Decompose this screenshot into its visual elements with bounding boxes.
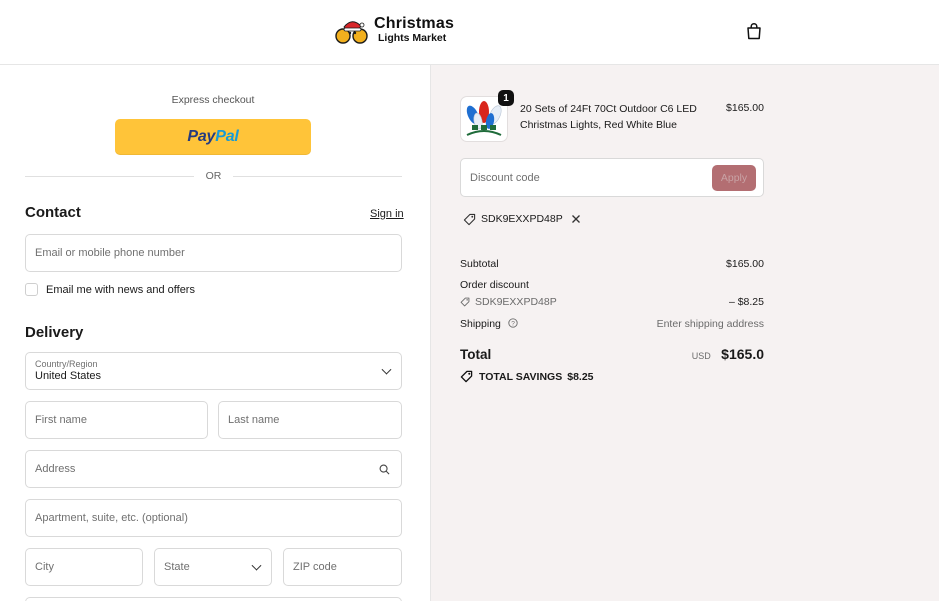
close-icon[interactable] [571, 214, 581, 224]
order-summary: 1 20 Sets of 24Ft 70Ct Outdoor C6 LED Ch… [430, 65, 939, 601]
subtotal-value: $165.00 [726, 258, 764, 270]
brand-name-line2: Lights Market [378, 32, 447, 45]
total-label: Total [460, 347, 492, 362]
brand-name-line1: Christmas [374, 15, 455, 33]
search-icon [379, 464, 390, 475]
chevron-down-icon [251, 560, 262, 571]
last-name-input[interactable] [228, 402, 401, 438]
site-header: Christmas Lights Market [0, 0, 939, 65]
city-input[interactable] [35, 549, 142, 585]
delivery-heading: Delivery [25, 324, 84, 341]
product-name: 20 Sets of 24Ft 70Ct Outdoor C6 LED Chri… [520, 103, 697, 131]
discount-code-input[interactable] [470, 159, 700, 196]
shipping-label: Shipping [460, 318, 501, 330]
zip-field[interactable] [283, 548, 402, 586]
email-input[interactable] [35, 235, 401, 271]
newsletter-option[interactable]: Email me with news and offers [25, 283, 195, 296]
discount-code-label: SDK9EXXPD48P [475, 296, 557, 308]
or-divider: OR [25, 168, 402, 184]
chevron-down-icon [381, 364, 392, 375]
discount-code-field[interactable]: Apply [460, 158, 764, 197]
tag-icon [460, 297, 470, 307]
country-value: United States [35, 370, 102, 382]
help-circle-icon[interactable]: ? [508, 318, 518, 328]
order-discount-label: Order discount [460, 279, 529, 291]
svg-text:?: ? [511, 320, 515, 327]
quantity-badge: 1 [498, 90, 514, 106]
state-select[interactable]: State [154, 548, 272, 586]
discount-detail-row: SDK9EXXPD48P – $8.25 [460, 296, 764, 308]
next-field[interactable] [25, 597, 402, 601]
zip-input[interactable] [293, 549, 401, 585]
apartment-field[interactable] [25, 499, 402, 537]
tag-icon [460, 370, 473, 383]
last-name-field[interactable] [218, 401, 402, 439]
shipping-value: Enter shipping address [656, 318, 764, 330]
product-price: $165.00 [726, 102, 764, 114]
first-name-field[interactable] [25, 401, 208, 439]
subtotal-label: Subtotal [460, 258, 499, 270]
country-select[interactable]: Country/Region United States [25, 352, 402, 390]
discount-value: – $8.25 [728, 296, 764, 308]
address-input[interactable] [35, 451, 401, 487]
paypal-logo-part1: Pay [187, 128, 216, 145]
apartment-input[interactable] [35, 500, 401, 536]
savings-label: TOTAL SAVINGS [479, 370, 563, 383]
apply-button[interactable]: Apply [712, 165, 756, 191]
total-currency: USD [691, 351, 711, 361]
paypal-button[interactable]: PayPal [115, 119, 311, 155]
total-value: $165.0 [721, 346, 764, 362]
total-row: Total USD $165.0 [460, 346, 764, 364]
address-field[interactable] [25, 450, 402, 488]
applied-discount-chip: SDK9EXXPD48P [463, 210, 581, 228]
first-name-input[interactable] [35, 402, 207, 438]
savings-value: $8.25 [567, 370, 594, 383]
newsletter-checkbox[interactable] [25, 283, 38, 296]
country-label: Country/Region [35, 359, 98, 369]
brand-logo[interactable]: Christmas Lights Market [334, 14, 454, 46]
tag-icon [463, 213, 476, 225]
shopping-bag-icon[interactable] [746, 22, 762, 40]
sign-in-link[interactable]: Sign in [370, 208, 404, 220]
subtotal-row: Subtotal $165.00 [460, 258, 764, 270]
checkout-form: Express checkout PayPal OR Contact Sign … [0, 65, 430, 601]
order-discount-row: Order discount [460, 279, 764, 291]
shipping-row: Shipping ? Enter shipping address [460, 318, 764, 330]
paypal-logo-part2: Pal [215, 128, 239, 145]
state-placeholder: State [164, 561, 190, 573]
or-label: OR [205, 170, 222, 182]
email-field[interactable] [25, 234, 402, 272]
express-checkout-label: Express checkout [171, 94, 255, 106]
contact-heading: Contact [25, 204, 81, 221]
total-savings: TOTAL SAVINGS $8.25 [460, 370, 594, 383]
santa-bulbs-logo-icon [335, 21, 368, 44]
applied-code-label: SDK9EXXPD48P [481, 213, 563, 225]
newsletter-label: Email me with news and offers [46, 283, 195, 296]
city-field[interactable] [25, 548, 143, 586]
